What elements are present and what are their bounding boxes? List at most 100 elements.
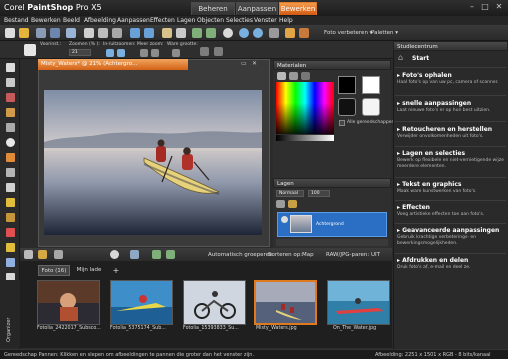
layer-lock-icon[interactable] (288, 200, 297, 208)
fill-tool-icon[interactable] (6, 228, 15, 237)
frame-tab-icon[interactable] (277, 72, 286, 80)
blend-mode-select[interactable]: Normaal (276, 190, 304, 197)
foreground-material-swatch[interactable] (338, 98, 356, 116)
fit-window-icon[interactable] (269, 28, 279, 38)
shape-tool-icon[interactable] (6, 258, 15, 267)
lc-item-advanced[interactable]: ▸ Geavanceerde aanpassingen Gebruik krac… (397, 227, 505, 247)
close-button[interactable]: ✕ (494, 2, 504, 12)
copy-icon[interactable] (98, 28, 108, 38)
clone-brush-icon[interactable] (6, 168, 15, 177)
save-icon[interactable] (36, 28, 46, 38)
background-material-swatch[interactable] (362, 98, 380, 116)
info-icon[interactable] (223, 28, 233, 38)
crop-icon[interactable] (162, 28, 172, 38)
paint-brush-icon[interactable] (6, 198, 15, 207)
layer-visibility-icon[interactable] (281, 216, 288, 223)
organizer-rotate-icon[interactable] (152, 250, 161, 259)
organizer-view-icon[interactable] (54, 250, 63, 259)
menu-lagen[interactable]: Lagen (177, 16, 195, 25)
rotate-left-icon[interactable] (192, 28, 202, 38)
lc-item-print-share[interactable]: ▸ Afdrukken en delen Druk foto's af, e-m… (397, 257, 505, 271)
dodge-tool-icon[interactable] (6, 183, 15, 192)
zoom-out-icon[interactable] (253, 28, 263, 38)
one-step-fix-icon[interactable] (285, 28, 295, 38)
zoom-in-icon[interactable] (239, 28, 249, 38)
menu-help[interactable]: Help (279, 16, 293, 25)
palettes-dropdown[interactable]: Paletten ▾ (371, 28, 398, 38)
more-zoom-out-icon[interactable] (151, 49, 159, 57)
thumbnail-5[interactable] (327, 280, 390, 325)
organizer-side-tab[interactable]: Organizer (0, 280, 20, 348)
minimize-button[interactable]: – (467, 2, 477, 12)
redo-icon[interactable] (144, 28, 154, 38)
menu-selecties[interactable]: Selecties (226, 16, 253, 25)
thumbnail-4-selected[interactable] (254, 280, 317, 325)
print-icon[interactable] (66, 28, 76, 38)
pan-tool-preset-icon[interactable] (24, 44, 36, 56)
photo-misty-waters[interactable] (44, 90, 262, 235)
background-color-swatch[interactable] (362, 76, 380, 94)
image-tab[interactable]: Misty_Waters* @ 21% (Achtergro... (38, 59, 188, 70)
menu-objecten[interactable]: Objecten (197, 16, 224, 25)
zoom-out-small-icon[interactable] (117, 49, 125, 57)
move-tool-icon[interactable] (6, 78, 15, 87)
thumbnail-3[interactable] (183, 280, 246, 325)
open-folder-icon[interactable] (19, 28, 29, 38)
raw-jpg-pairs-toggle[interactable]: RAW/JPG-paren: UIT (326, 250, 380, 260)
grayscale-bar[interactable] (276, 135, 334, 141)
makeover-tool-icon[interactable] (6, 153, 15, 162)
color-spectrum[interactable] (276, 82, 334, 134)
straighten-tool-icon[interactable] (6, 123, 15, 132)
organizer-info-icon[interactable] (110, 250, 119, 259)
rotate-right-icon[interactable] (206, 28, 216, 38)
all-tools-checkbox[interactable] (339, 120, 345, 126)
add-tray-button[interactable]: + (110, 265, 122, 276)
menu-afbeelding[interactable]: Afbeelding (84, 16, 116, 25)
lc-item-text-graphics[interactable]: ▸ Tekst en graphics Maak ware kunstwerke… (397, 181, 505, 195)
auto-fix-icon[interactable] (299, 28, 309, 38)
tab-bewerken[interactable]: Bewerken (279, 2, 317, 15)
opacity-input[interactable]: 100 (308, 190, 330, 197)
crop-tool-icon[interactable] (6, 108, 15, 117)
learning-center-start[interactable]: Start (412, 55, 429, 62)
organizer-nav-icon[interactable] (24, 250, 33, 259)
home-icon[interactable]: ⌂ (398, 53, 403, 62)
lc-item-get-photos[interactable]: ▸ Foto's ophalen Haal foto's op van uw p… (397, 72, 505, 86)
close-image-icon[interactable]: ✕ (252, 60, 260, 69)
menu-bewerken[interactable]: Bewerken (31, 16, 61, 25)
rainbow-tab-icon[interactable] (289, 72, 298, 80)
photo-fix-dropdown[interactable]: Foto verbeteren ▾ (324, 28, 372, 38)
selection-tool-icon[interactable] (6, 93, 15, 102)
actual-size-icon[interactable] (172, 49, 180, 57)
smudge-tool-icon[interactable] (6, 213, 15, 222)
more-zoom-in-icon[interactable] (140, 49, 148, 57)
organizer-share-icon[interactable] (130, 250, 139, 259)
foreground-color-swatch[interactable] (338, 76, 356, 94)
undo-icon[interactable] (130, 28, 140, 38)
thumbnail-2[interactable] (110, 280, 173, 325)
paste-icon[interactable] (112, 28, 122, 38)
menu-effecten[interactable]: Effecten (150, 16, 175, 25)
organizer-folder-icon[interactable] (38, 250, 47, 259)
resize-icon[interactable] (176, 28, 186, 38)
sort-by-select[interactable]: Map (302, 250, 314, 260)
tab-beheren[interactable]: Beheren (191, 2, 235, 15)
text-tool-icon[interactable] (6, 243, 15, 252)
auto-group-toggle[interactable]: Automatisch groeperen (208, 250, 273, 260)
save-as-icon[interactable] (50, 28, 60, 38)
snap-icon[interactable] (200, 47, 209, 56)
new-file-icon[interactable] (5, 28, 15, 38)
thumbnail-1[interactable] (37, 280, 100, 325)
lc-item-layers[interactable]: ▸ Lagen en selecties Bewerk op flexibele… (397, 150, 505, 170)
lc-item-quick-fixes[interactable]: ▸ snelle aanpassingen Laat nieuwe foto's… (397, 100, 505, 114)
layer-link-icon[interactable] (276, 200, 285, 208)
tab-aanpassen[interactable]: Aanpassen (236, 2, 278, 15)
zoom-in-small-icon[interactable] (106, 49, 114, 57)
grid-icon[interactable] (214, 47, 223, 56)
pick-tool-icon[interactable] (6, 63, 15, 72)
lc-item-effects[interactable]: ▸ Effecten Voeg artistieke effecten toe … (397, 204, 505, 218)
tab-photos[interactable]: Foto (16) (38, 265, 70, 276)
organizer-rotate2-icon[interactable] (166, 250, 175, 259)
zoom-percent-input[interactable]: 21 (69, 49, 91, 56)
restore-image-icon[interactable]: ▭ (241, 60, 249, 69)
